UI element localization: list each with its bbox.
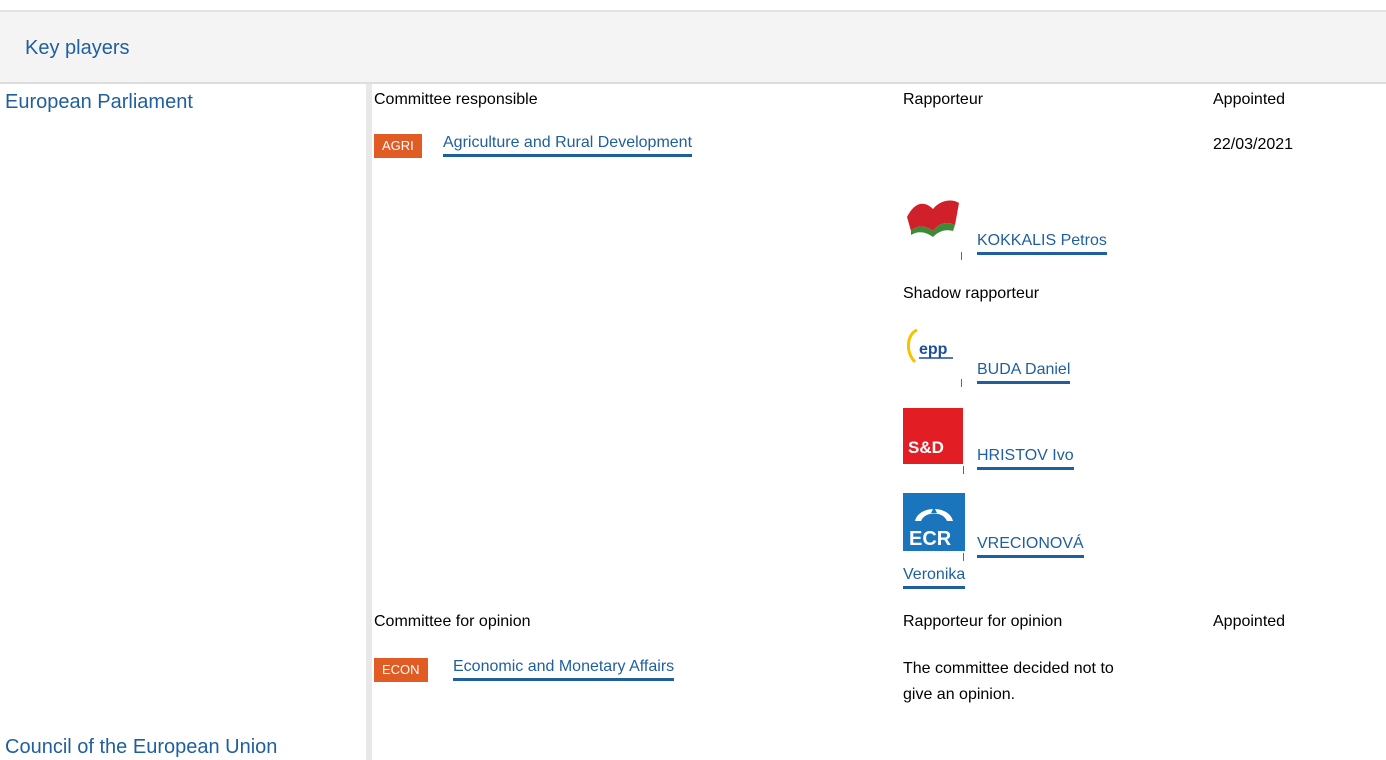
rapporteur-heading: Rapporteur [903,91,984,108]
committee-responsible-heading: Committee responsible [374,91,538,108]
section-divider [366,84,372,760]
opinion-note-line2: give an opinion. [903,686,1016,703]
svg-text:epp: epp [919,341,948,358]
committee-code-badge: ECON [374,658,428,682]
epp-logo-icon: epp [903,322,961,376]
rapporteur-link-kokkalis[interactable]: KOKKALIS Petros [977,232,1107,255]
appointed-heading: Appointed [1213,91,1286,108]
gue-ngl-flag-icon [903,195,961,249]
sd-logo-icon: S&D [903,408,963,464]
logo-tick [963,553,964,561]
shadow-link-hristov[interactable]: HRISTOV Ivo [977,447,1074,470]
rapporteur-opinion-heading: Rapporteur for opinion [903,613,1063,630]
ecr-logo-icon: ECR [903,493,965,551]
logo-tick [961,379,962,387]
key-players-header: Key players [0,12,1386,84]
key-players-title: Key players [25,37,130,59]
section-council: Council of the European Union [5,736,278,758]
committee-link-agri[interactable]: Agriculture and Rural Development [443,134,693,157]
shadow-link-vrecionova-line1[interactable]: VRECIONOVÁ [977,535,1084,558]
appointed-opinion-heading: Appointed [1213,613,1286,630]
committee-opinion-heading: Committee for opinion [374,613,531,630]
shadow-link-vrecionova-line2[interactable]: Veronika [903,566,966,589]
section-european-parliament: European Parliament [5,91,193,113]
opinion-note-line1: The committee decided not to [903,660,1114,677]
committee-link-econ[interactable]: Economic and Monetary Affairs [453,658,675,681]
shadow-rapporteur-label: Shadow rapporteur [903,285,1040,302]
committee-code-badge: AGRI [374,134,422,158]
svg-text:ECR: ECR [909,528,952,550]
logo-tick [961,252,962,260]
shadow-link-buda[interactable]: BUDA Daniel [977,361,1071,384]
appointed-date: 22/03/2021 [1213,136,1294,153]
logo-tick [963,466,964,474]
